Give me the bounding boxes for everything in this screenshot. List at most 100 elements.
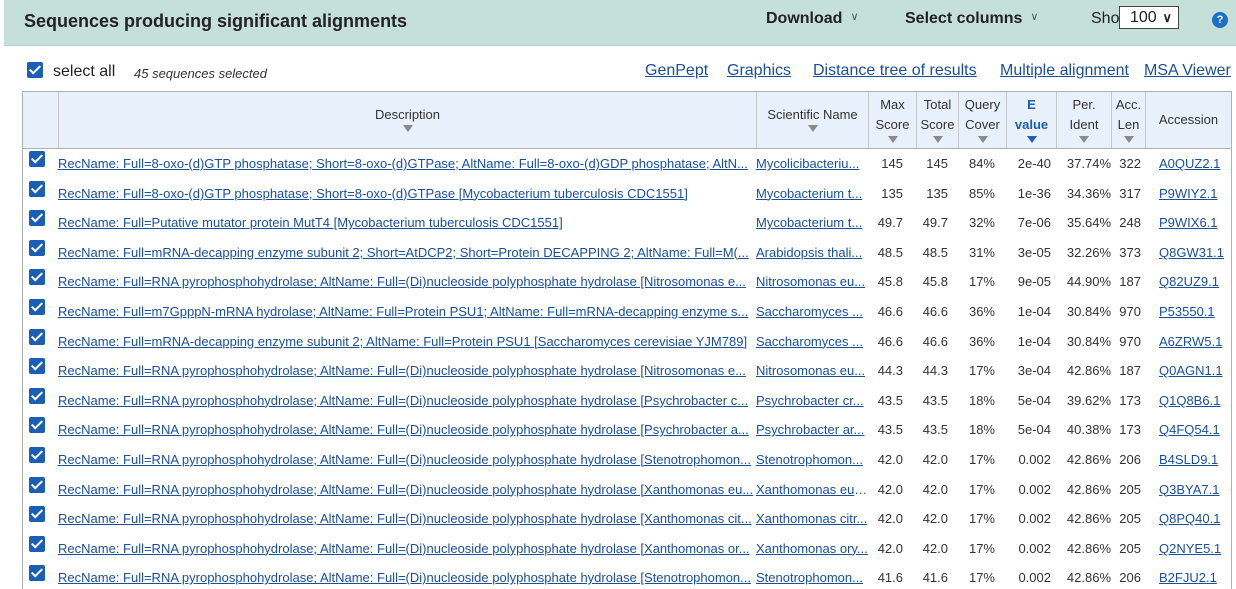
msa-viewer-link[interactable]: MSA Viewer: [1144, 62, 1231, 80]
show-count-select[interactable]: 100 ∨: [1119, 6, 1179, 29]
scientific-name-link[interactable]: Arabidopsis thali...: [756, 245, 868, 260]
column-header-e-value[interactable]: E value: [1006, 92, 1056, 148]
e-value-cell: 9e-05: [1017, 274, 1051, 290]
description-link[interactable]: RecName: Full=RNA pyrophosphohydrolase; …: [58, 452, 754, 467]
column-header-per-ident[interactable]: Per. Ident: [1056, 92, 1111, 148]
accession-link[interactable]: P9WIY2.1: [1159, 186, 1231, 201]
max-score-cell: 145: [881, 156, 903, 171]
accession-link[interactable]: B2FJU2.1: [1159, 570, 1231, 585]
graphics-link[interactable]: Graphics: [727, 62, 791, 80]
total-score-cell: 49.7: [922, 215, 948, 231]
description-link[interactable]: RecName: Full=mRNA-decapping enzyme subu…: [58, 245, 754, 260]
accession-link[interactable]: Q8PQ40.1: [1159, 511, 1231, 526]
distance-tree-link[interactable]: Distance tree of results: [813, 62, 977, 80]
multiple-alignment-link[interactable]: Multiple alignment: [1000, 62, 1129, 80]
accession-link[interactable]: A0QUZ2.1: [1159, 156, 1231, 171]
accession-link[interactable]: Q4FQ54.1: [1159, 422, 1231, 437]
column-header-max-score[interactable]: Max Score: [868, 92, 916, 148]
description-link[interactable]: RecName: Full=RNA pyrophosphohydrolase; …: [58, 422, 754, 437]
table-row: RecName: Full=mRNA-decapping enzyme subu…: [23, 327, 1231, 357]
description-link[interactable]: RecName: Full=RNA pyrophosphohydrolase; …: [58, 363, 754, 378]
max-score-cell: 42.0: [877, 481, 903, 497]
scientific-name-link[interactable]: Saccharomyces ...: [756, 334, 868, 349]
description-link[interactable]: RecName: Full=m7GpppN-mRNA hydrolase; Al…: [58, 304, 754, 319]
total-score-cell: 42.0: [922, 481, 948, 497]
sort-active-icon: [1026, 136, 1037, 143]
column-header-accession[interactable]: Accession: [1145, 92, 1231, 148]
download-menu[interactable]: Download ∨: [766, 10, 859, 28]
row-checkbox[interactable]: [29, 565, 45, 582]
row-checkbox[interactable]: [29, 387, 45, 404]
scientific-name-link[interactable]: Mycobacterium t...: [756, 186, 868, 201]
accession-link[interactable]: Q8GW31.1: [1159, 245, 1231, 260]
column-header-description[interactable]: Description: [58, 92, 756, 148]
description-link[interactable]: RecName: Full=RNA pyrophosphohydrolase; …: [58, 482, 754, 497]
description-link[interactable]: RecName: Full=8-oxo-(d)GTP phosphatase; …: [58, 156, 754, 171]
description-link[interactable]: RecName: Full=RNA pyrophosphohydrolase; …: [58, 274, 754, 289]
acc-len-cell: 173: [1119, 422, 1141, 438]
accession-link[interactable]: Q2NYE5.1: [1159, 541, 1231, 556]
scientific-name-link[interactable]: Nitrosomonas eu...: [756, 274, 868, 289]
genpept-link[interactable]: GenPept: [645, 62, 708, 80]
accession-link[interactable]: Q1Q8B6.1: [1159, 393, 1231, 408]
row-checkbox[interactable]: [29, 210, 45, 227]
table-row: RecName: Full=m7GpppN-mRNA hydrolase; Al…: [23, 297, 1231, 327]
acc-len-cell: 187: [1119, 363, 1141, 379]
row-checkbox[interactable]: [29, 476, 45, 493]
row-checkbox[interactable]: [29, 151, 45, 167]
description-link[interactable]: RecName: Full=8-oxo-(d)GTP phosphatase; …: [58, 186, 754, 201]
row-checkbox[interactable]: [29, 269, 45, 286]
table-row: RecName: Full=RNA pyrophosphohydrolase; …: [23, 415, 1231, 445]
scientific-name-link[interactable]: Psychrobacter ar...: [756, 422, 868, 437]
scientific-name-link[interactable]: Xanthomonas ory...: [756, 541, 868, 556]
scientific-name-link[interactable]: Nitrosomonas eu...: [756, 363, 868, 378]
help-icon[interactable]: ?: [1212, 12, 1228, 28]
accession-link[interactable]: P9WIX6.1: [1159, 215, 1231, 230]
scientific-name-link[interactable]: Mycobacterium t...: [756, 215, 868, 230]
accession-link[interactable]: P53550.1: [1159, 304, 1231, 319]
scientific-name-link[interactable]: Stenotrophomon...: [756, 452, 868, 467]
acc-len-cell: 206: [1119, 570, 1141, 586]
scientific-name-link[interactable]: Psychrobacter cr...: [756, 393, 868, 408]
select-columns-menu[interactable]: Select columns ∨: [905, 10, 1038, 28]
scientific-name-link[interactable]: Stenotrophomon...: [756, 570, 868, 585]
query-cover-cell: 17%: [968, 481, 995, 497]
scientific-name-link[interactable]: Mycolicibacteriu...: [756, 156, 868, 171]
row-checkbox[interactable]: [29, 298, 45, 315]
row-checkbox[interactable]: [29, 506, 45, 523]
accession-link[interactable]: Q82UZ9.1: [1159, 274, 1231, 289]
accession-link[interactable]: Q0AGN1.1: [1159, 363, 1231, 378]
description-link[interactable]: RecName: Full=RNA pyrophosphohydrolase; …: [58, 393, 754, 408]
description-link[interactable]: RecName: Full=Putative mutator protein M…: [58, 215, 754, 230]
description-link[interactable]: RecName: Full=RNA pyrophosphohydrolase; …: [58, 511, 754, 526]
select-all-label[interactable]: select all: [53, 63, 115, 81]
acc-len-cell: 206: [1119, 451, 1141, 467]
accession-link[interactable]: A6ZRW5.1: [1159, 334, 1231, 349]
column-header-query-cover[interactable]: Query Cover: [958, 92, 1006, 148]
scientific-name-link[interactable]: Xanthomonas euv...: [756, 482, 868, 497]
column-header-scientific-name[interactable]: Scientific Name: [756, 92, 868, 148]
scientific-name-link[interactable]: Saccharomyces ...: [756, 304, 868, 319]
description-link[interactable]: RecName: Full=mRNA-decapping enzyme subu…: [58, 334, 754, 349]
column-header-acc-len[interactable]: Acc. Len: [1111, 92, 1145, 148]
row-checkbox[interactable]: [29, 328, 45, 345]
per-ident-cell: 44.90%: [1066, 274, 1111, 290]
e-value-cell: 1e-36: [1017, 185, 1051, 201]
acc-len-cell: 248: [1119, 215, 1141, 231]
column-header-total-score[interactable]: Total Score: [916, 92, 958, 148]
row-checkbox[interactable]: [29, 417, 45, 434]
accession-link[interactable]: Q3BYA7.1: [1159, 482, 1231, 497]
row-checkbox[interactable]: [29, 239, 45, 256]
row-checkbox[interactable]: [29, 358, 45, 375]
row-checkbox[interactable]: [29, 180, 45, 197]
accession-link[interactable]: B4SLD9.1: [1159, 452, 1231, 467]
scientific-name-link[interactable]: Xanthomonas citr...: [756, 511, 868, 526]
description-link[interactable]: RecName: Full=RNA pyrophosphohydrolase; …: [58, 541, 754, 556]
description-link[interactable]: RecName: Full=RNA pyrophosphohydrolase; …: [58, 570, 754, 585]
row-checkbox[interactable]: [29, 535, 45, 552]
select-all-checkbox[interactable]: [27, 62, 43, 78]
table-header: Description Scientific Name Max Score To…: [23, 92, 1231, 149]
download-label: Download: [766, 10, 843, 27]
row-checkbox[interactable]: [29, 446, 45, 463]
sort-icon: [807, 125, 818, 132]
